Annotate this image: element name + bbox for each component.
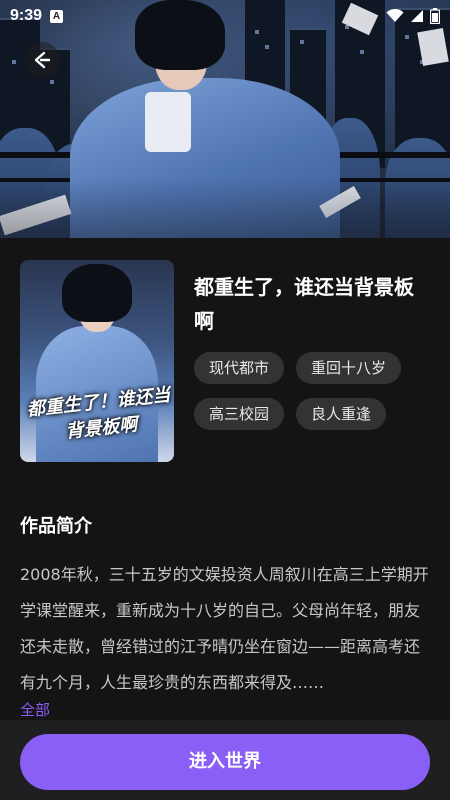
tag-chip[interactable]: 现代都市: [194, 352, 285, 384]
battery-icon: [430, 8, 440, 24]
tag-list: 现代都市 重回十八岁 高三校园 良人重逢: [194, 352, 430, 430]
status-bar: 9:39 A: [0, 0, 450, 32]
enter-world-button[interactable]: 进入世界: [20, 734, 430, 790]
app-notification-icon: A: [50, 9, 64, 23]
tag-chip[interactable]: 良人重逢: [296, 398, 387, 430]
back-arrow-icon: [34, 51, 51, 69]
synopsis-text: 2008年秋，三十五岁的文娱投资人周叙川在高三上学期开学课堂醒来，重新成为十八岁…: [20, 565, 429, 692]
status-time: 9:39: [10, 7, 43, 24]
signal-icon: [411, 10, 423, 22]
book-title: 都重生了，谁还当背景板啊: [194, 275, 414, 333]
tag-chip[interactable]: 高三校园: [194, 398, 285, 430]
wifi-icon: [386, 9, 404, 22]
book-cover-image: 都重生了！谁还当背景板啊: [20, 260, 174, 462]
synopsis-heading: 作品简介: [20, 516, 92, 537]
hero-banner-image: [0, 0, 450, 238]
tag-chip[interactable]: 重回十八岁: [296, 352, 402, 384]
show-all-link[interactable]: 全部: [20, 699, 50, 720]
back-button[interactable]: [24, 42, 60, 78]
